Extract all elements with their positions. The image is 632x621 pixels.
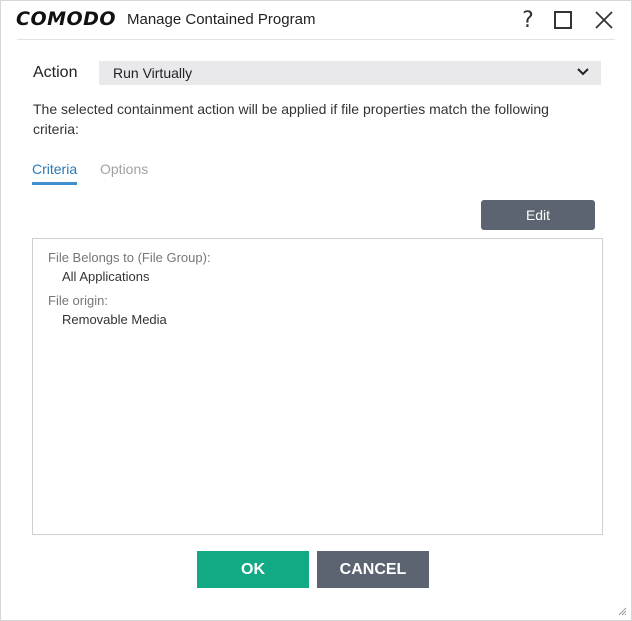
action-dropdown[interactable]: Run Virtually — [99, 61, 601, 85]
ok-button[interactable]: OK — [197, 551, 309, 588]
criteria-panel: File Belongs to (File Group): All Applic… — [32, 238, 603, 535]
resize-grip-icon[interactable] — [617, 606, 627, 616]
cancel-button[interactable]: CANCEL — [317, 551, 429, 588]
file-origin-value: Removable Media — [62, 312, 167, 327]
close-icon — [595, 11, 613, 29]
tab-options[interactable]: Options — [100, 161, 148, 177]
manage-contained-program-dialog: COMODO Manage Contained Program ? Action… — [0, 0, 632, 621]
title-divider — [17, 39, 615, 40]
active-tab-indicator — [32, 182, 77, 185]
help-icon: ? — [522, 7, 534, 33]
comodo-logo: COMODO — [16, 8, 117, 30]
chevron-down-icon — [577, 68, 589, 76]
file-group-label: File Belongs to (File Group): — [48, 250, 211, 265]
file-group-value: All Applications — [62, 269, 150, 284]
maximize-button[interactable] — [548, 5, 578, 35]
edit-button[interactable]: Edit — [481, 200, 595, 230]
action-dropdown-value: Run Virtually — [113, 65, 193, 81]
window-title: Manage Contained Program — [127, 11, 316, 28]
help-button[interactable]: ? — [513, 5, 543, 35]
maximize-icon — [554, 11, 572, 29]
file-origin-label: File origin: — [48, 293, 108, 308]
title-bar[interactable]: COMODO Manage Contained Program ? — [1, 1, 631, 39]
criteria-description: The selected containment action will be … — [33, 101, 549, 137]
tab-criteria[interactable]: Criteria — [32, 161, 77, 177]
close-button[interactable] — [589, 5, 619, 35]
action-label: Action — [33, 64, 78, 81]
